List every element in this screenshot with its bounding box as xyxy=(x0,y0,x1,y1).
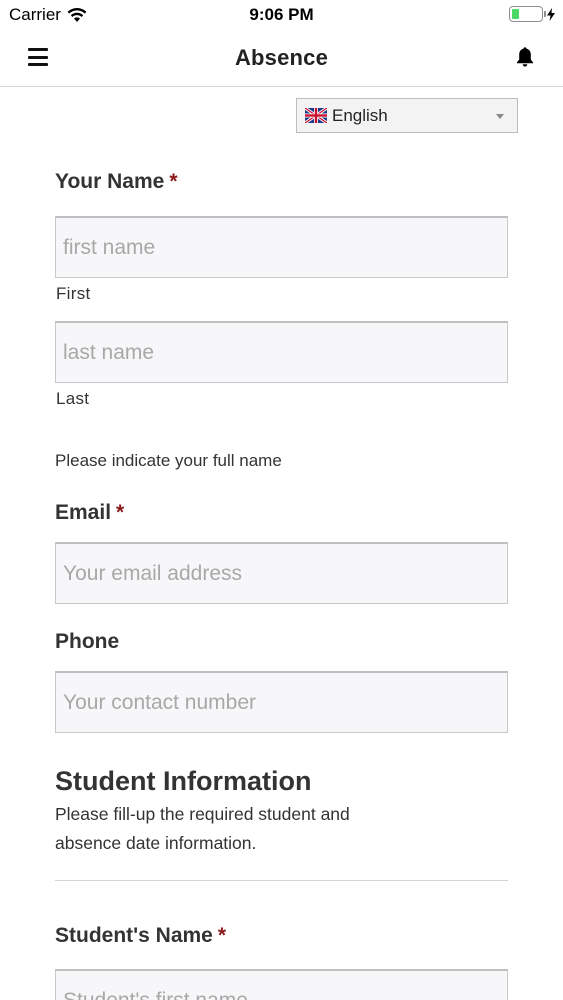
battery-level xyxy=(512,9,519,19)
nav-bar: Absence xyxy=(0,30,563,87)
phone-label: Phone xyxy=(55,630,119,654)
first-name-sublabel: First xyxy=(56,284,91,303)
required-marker: * xyxy=(217,924,227,947)
email-label-text: Email xyxy=(55,501,112,524)
first-name-input[interactable] xyxy=(55,216,508,278)
your-name-label: Your Name * xyxy=(55,170,178,194)
phone-input[interactable] xyxy=(55,671,508,733)
student-first-name-input[interactable] xyxy=(55,969,508,1000)
section-divider xyxy=(55,880,508,881)
email-input[interactable] xyxy=(55,542,508,604)
your-name-label-text: Your Name xyxy=(55,170,165,193)
last-name-sublabel: Last xyxy=(56,389,90,408)
uk-flag-icon xyxy=(305,108,327,123)
status-time: 9:06 PM xyxy=(249,5,314,24)
student-name-label-text: Student's Name xyxy=(55,924,213,947)
chevron-down-icon xyxy=(496,114,504,119)
phone-label-text: Phone xyxy=(55,630,120,653)
status-bar: Carrier 9:06 PM xyxy=(0,0,563,30)
bell-icon[interactable] xyxy=(513,45,537,69)
charging-bolt-icon xyxy=(547,7,555,21)
name-help-text: Please indicate your full name xyxy=(55,451,282,470)
language-selected-value: English xyxy=(332,105,388,125)
battery-icon xyxy=(509,6,546,22)
language-select[interactable]: English xyxy=(296,98,518,133)
email-label: Email * xyxy=(55,501,124,525)
required-marker: * xyxy=(116,501,125,524)
student-name-label: Student's Name * xyxy=(55,924,226,948)
section-title: Student Information xyxy=(55,766,312,796)
battery-indicator xyxy=(509,6,555,22)
last-name-input[interactable] xyxy=(55,321,508,383)
page-title: Absence xyxy=(234,45,329,70)
required-marker: * xyxy=(169,170,178,193)
section-description: Please fill-up the required student and … xyxy=(55,804,350,853)
